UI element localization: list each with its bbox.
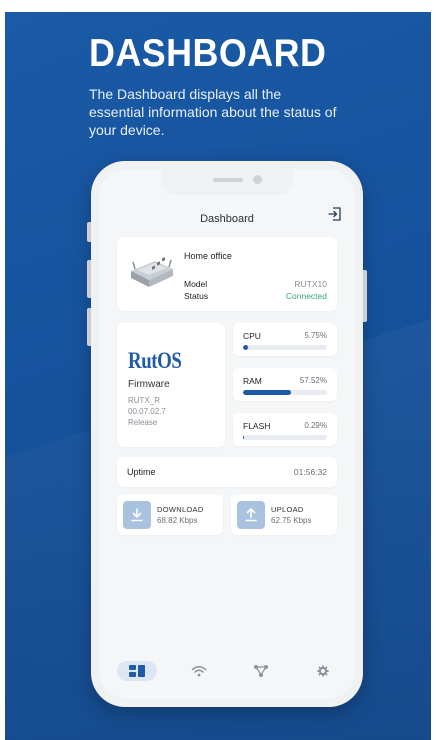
upload-label: UPLOAD	[271, 505, 304, 514]
ram-label: RAM	[243, 376, 262, 386]
upload-card[interactable]: UPLOAD 62.75 Kbps	[231, 495, 337, 535]
firmware-card[interactable]: RutOS Firmware RUTX_R 00.07.02.7 Release	[117, 323, 225, 447]
uptime-label: Uptime	[127, 467, 156, 477]
ram-bar	[243, 390, 327, 395]
app-title: Dashboard	[200, 213, 254, 225]
download-icon	[123, 501, 151, 529]
phone-screen: Dashboard Home office Model RUTX10 Statu…	[99, 169, 355, 699]
wifi-icon	[191, 666, 207, 677]
cpu-bar-fill	[243, 345, 248, 350]
device-name: Home office	[184, 251, 232, 261]
upload-value: 62.75 Kbps	[271, 516, 312, 525]
logout-icon[interactable]	[327, 206, 343, 222]
flash-bar	[243, 435, 327, 440]
flash-label: FLASH	[243, 421, 271, 431]
ram-value: 57.52%	[299, 376, 327, 385]
firmware-label: Firmware	[128, 379, 170, 390]
cpu-label: CPU	[243, 331, 261, 341]
gear-icon	[317, 665, 329, 677]
device-card[interactable]: Home office Model RUTX10 Status Connecte…	[117, 237, 337, 311]
download-label: DOWNLOAD	[157, 505, 204, 514]
rutos-logo: RutOS	[128, 348, 182, 373]
nav-wireless[interactable]	[179, 661, 219, 681]
cpu-bar	[243, 345, 327, 350]
model-value: RUTX10	[294, 279, 327, 289]
cpu-value: 5.75%	[304, 331, 327, 340]
status-value: Connected	[285, 291, 327, 301]
promo-background: DASHBOARD The Dashboard displays all the…	[5, 12, 431, 740]
upload-icon	[237, 501, 265, 529]
status-label: Status	[184, 291, 209, 301]
phone-mockup: Dashboard Home office Model RUTX10 Statu…	[91, 161, 363, 707]
firmware-channel: Release	[128, 418, 158, 427]
cpu-card[interactable]: CPU 5.75%	[233, 323, 337, 356]
speaker-grille	[213, 178, 243, 182]
firmware-device-code: RUTX_R	[128, 396, 161, 405]
nav-settings[interactable]	[303, 661, 343, 681]
ram-bar-fill	[243, 390, 292, 395]
dashboard-icon	[129, 665, 145, 677]
router-icon	[131, 257, 173, 287]
topology-icon	[254, 665, 268, 677]
page-title: DASHBOARD	[89, 32, 327, 75]
ram-card[interactable]: RAM 57.52%	[233, 368, 337, 401]
bottom-nav	[99, 661, 355, 685]
nav-dashboard[interactable]	[117, 661, 157, 681]
phone-notch	[161, 169, 293, 195]
uptime-value: 01:56:32	[293, 467, 327, 477]
nav-topology[interactable]	[241, 661, 281, 681]
camera-dot	[253, 175, 262, 184]
flash-bar-fill	[243, 435, 245, 440]
flash-card[interactable]: FLASH 0.29%	[233, 413, 337, 446]
flash-value: 0.29%	[304, 421, 327, 430]
page-subtitle: The Dashboard displays all the essential…	[89, 86, 337, 138]
uptime-card[interactable]: Uptime 01:56:32	[117, 457, 337, 487]
firmware-version: 00.07.02.7	[128, 407, 166, 416]
download-card[interactable]: DOWNLOAD 68.82 Kbps	[117, 495, 223, 535]
model-label: Model	[184, 279, 208, 289]
download-value: 68.82 Kbps	[157, 516, 198, 525]
